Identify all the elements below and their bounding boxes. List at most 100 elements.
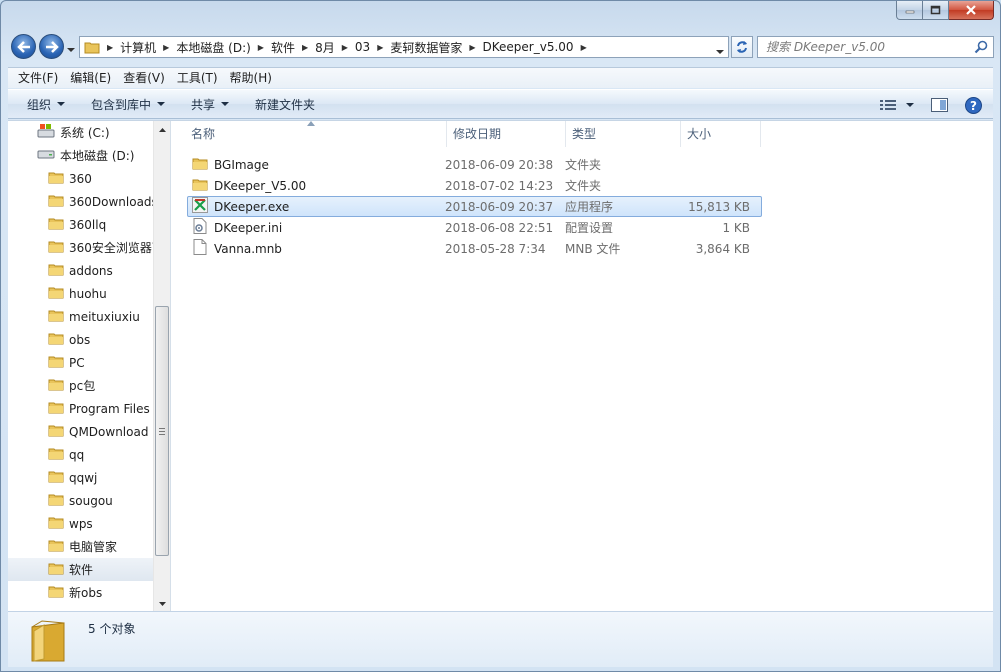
menu-edit[interactable]: 编辑(E) [64,68,117,89]
file-name-cell: DKeeper.ini [188,218,445,237]
breadcrumb-separator[interactable]: ▶ [466,43,478,52]
close-button[interactable] [949,1,994,20]
tree-item-pc[interactable]: PC [8,351,155,374]
breadcrumb-drive-d[interactable]: 本地磁盘 (D:) [172,39,254,56]
tree-item-label: 软件 [69,563,94,577]
tree-item-huohu[interactable]: huohu [8,282,155,305]
navigation-bar: ▶ 计算机 ▶ 本地磁盘 (D:) ▶ 软件 ▶ 8月 ▶ 03 ▶ 麦轲数据管… [9,31,994,61]
organize-button[interactable]: 组织 [20,90,72,118]
tree-item-label: pc包 [69,379,96,393]
recent-pages-dropdown[interactable] [67,42,75,56]
view-controls: ? [877,94,985,116]
share-button[interactable]: 共享 [184,90,236,118]
file-row[interactable]: DKeeper.ini 2018-06-08 22:51 配置设置 1 KB [187,217,762,238]
search-box[interactable] [757,36,994,58]
tree-item-wps[interactable]: wps [8,512,155,535]
tree-item-360[interactable]: 360 [8,167,155,190]
tree-item-pc[interactable]: pc包 [8,374,155,397]
exe-icon [192,197,208,216]
file-type: 配置设置 [565,221,614,235]
file-size: 15,813 KB [688,199,750,214]
tree-item-qmdownload[interactable]: QMDownload [8,420,155,443]
tree-item-qq[interactable]: qq [8,443,155,466]
breadcrumb-separator[interactable]: ▶ [374,43,386,52]
breadcrumb-03[interactable]: 03 [351,40,374,54]
address-bar[interactable]: ▶ 计算机 ▶ 本地磁盘 (D:) ▶ 软件 ▶ 8月 ▶ 03 ▶ 麦轲数据管… [79,36,729,58]
folder-icon [48,377,64,394]
organize-label: 组织 [27,97,52,112]
menu-view[interactable]: 查看(V) [117,68,171,89]
forward-button[interactable] [39,34,64,59]
breadcrumb-separator[interactable]: ▶ [578,43,590,52]
scroll-down-button[interactable] [154,595,170,612]
chevron-down-icon [906,102,914,107]
breadcrumb-computer[interactable]: 计算机 [116,39,160,56]
include-in-library-button[interactable]: 包含到库中 [84,90,172,118]
change-view-button[interactable] [877,94,917,116]
tree-item-18[interactable]: 电脑管家 [8,535,155,558]
menu-tools[interactable]: 工具(T) [171,68,224,89]
breadcrumb-maike[interactable]: 麦轲数据管家 [386,39,466,56]
breadcrumb-separator[interactable]: ▶ [299,43,311,52]
tree-item-sougou[interactable]: sougou [8,489,155,512]
tree-item-19[interactable]: 软件 [8,558,155,581]
refresh-button[interactable] [731,36,753,58]
help-button[interactable]: ? [961,94,985,116]
column-header-type[interactable]: 类型 [566,121,681,147]
preview-pane-button[interactable] [927,94,951,116]
tree-item-360[interactable]: 360安全浏览器下 [8,236,155,259]
tree-item-label: 360Downloads [69,194,155,209]
file-name-cell: BGImage [188,156,445,173]
minimize-button[interactable] [896,1,923,20]
navigation-scrollbar[interactable] [153,121,170,612]
arrow-left-icon [16,40,30,53]
new-folder-button[interactable]: 新建文件夹 [248,90,322,118]
tree-item-label: QMDownload [69,424,149,439]
tree-item-label: wps [69,516,93,531]
maximize-button[interactable] [923,1,949,20]
column-header-date[interactable]: 修改日期 [447,121,566,147]
breadcrumb-separator[interactable]: ▶ [160,43,172,52]
tree-item-360llq[interactable]: 360llq [8,213,155,236]
scroll-thumb[interactable] [155,306,169,556]
folder-icon [48,239,64,256]
column-header-size[interactable]: 大小 [681,121,761,147]
breadcrumb-software[interactable]: 软件 [267,39,299,56]
tree-item-obs[interactable]: 新obs [8,581,155,604]
file-row[interactable]: Vanna.mnb 2018-05-28 7:34 MNB 文件 3,864 KB [187,238,762,259]
tree-item-addons[interactable]: addons [8,259,155,282]
tree-item-label: Program Files [69,401,150,416]
breadcrumb-dkeeper[interactable]: DKeeper_v5.00 [479,40,578,54]
menu-file[interactable]: 文件(F) [12,68,64,89]
tree-item-program-files[interactable]: Program Files [8,397,155,420]
tree-item-meituxiuxiu[interactable]: meituxiuxiu [8,305,155,328]
tree-item-obs[interactable]: obs [8,328,155,351]
folder-icon [48,216,64,233]
scroll-up-button[interactable] [154,121,170,138]
column-header-name[interactable]: 名称 [185,121,447,147]
file-row[interactable]: DKeeper.exe 2018-06-09 20:37 应用程序 15,813 KB [187,196,762,217]
breadcrumb-separator[interactable]: ▶ [104,43,116,52]
tree-item-360downloads[interactable]: 360Downloads [8,190,155,213]
search-icon[interactable] [974,40,988,57]
breadcrumb-august[interactable]: 8月 [311,39,339,56]
folder-icon [48,538,64,555]
file-list-pane: 名称 修改日期 类型 大小 BGImage 2018-06-09 20:38 文件夹… [172,121,993,612]
column-date-label: 修改日期 [453,127,502,141]
back-button[interactable] [11,34,36,59]
tree-item-d[interactable]: 本地磁盘 (D:) [8,144,155,167]
breadcrumb-separator[interactable]: ▶ [255,43,267,52]
file-row[interactable]: DKeeper_V5.00 2018-07-02 14:23 文件夹 [187,175,762,196]
chevron-down-icon [221,101,230,106]
menu-help[interactable]: 帮助(H) [224,68,278,89]
file-date: 2018-05-28 7:34 [445,241,546,256]
folder-icon [48,561,64,578]
file-row[interactable]: BGImage 2018-06-09 20:38 文件夹 [187,154,762,175]
tree-item-c[interactable]: 系统 (C:) [8,121,155,144]
tree-item-qqwj[interactable]: qqwj [8,466,155,489]
file-date: 2018-07-02 14:23 [445,178,554,193]
breadcrumb-separator[interactable]: ▶ [339,43,351,52]
search-input[interactable] [766,40,966,54]
address-history-dropdown[interactable] [716,44,724,58]
file-name: DKeeper.exe [214,199,290,214]
